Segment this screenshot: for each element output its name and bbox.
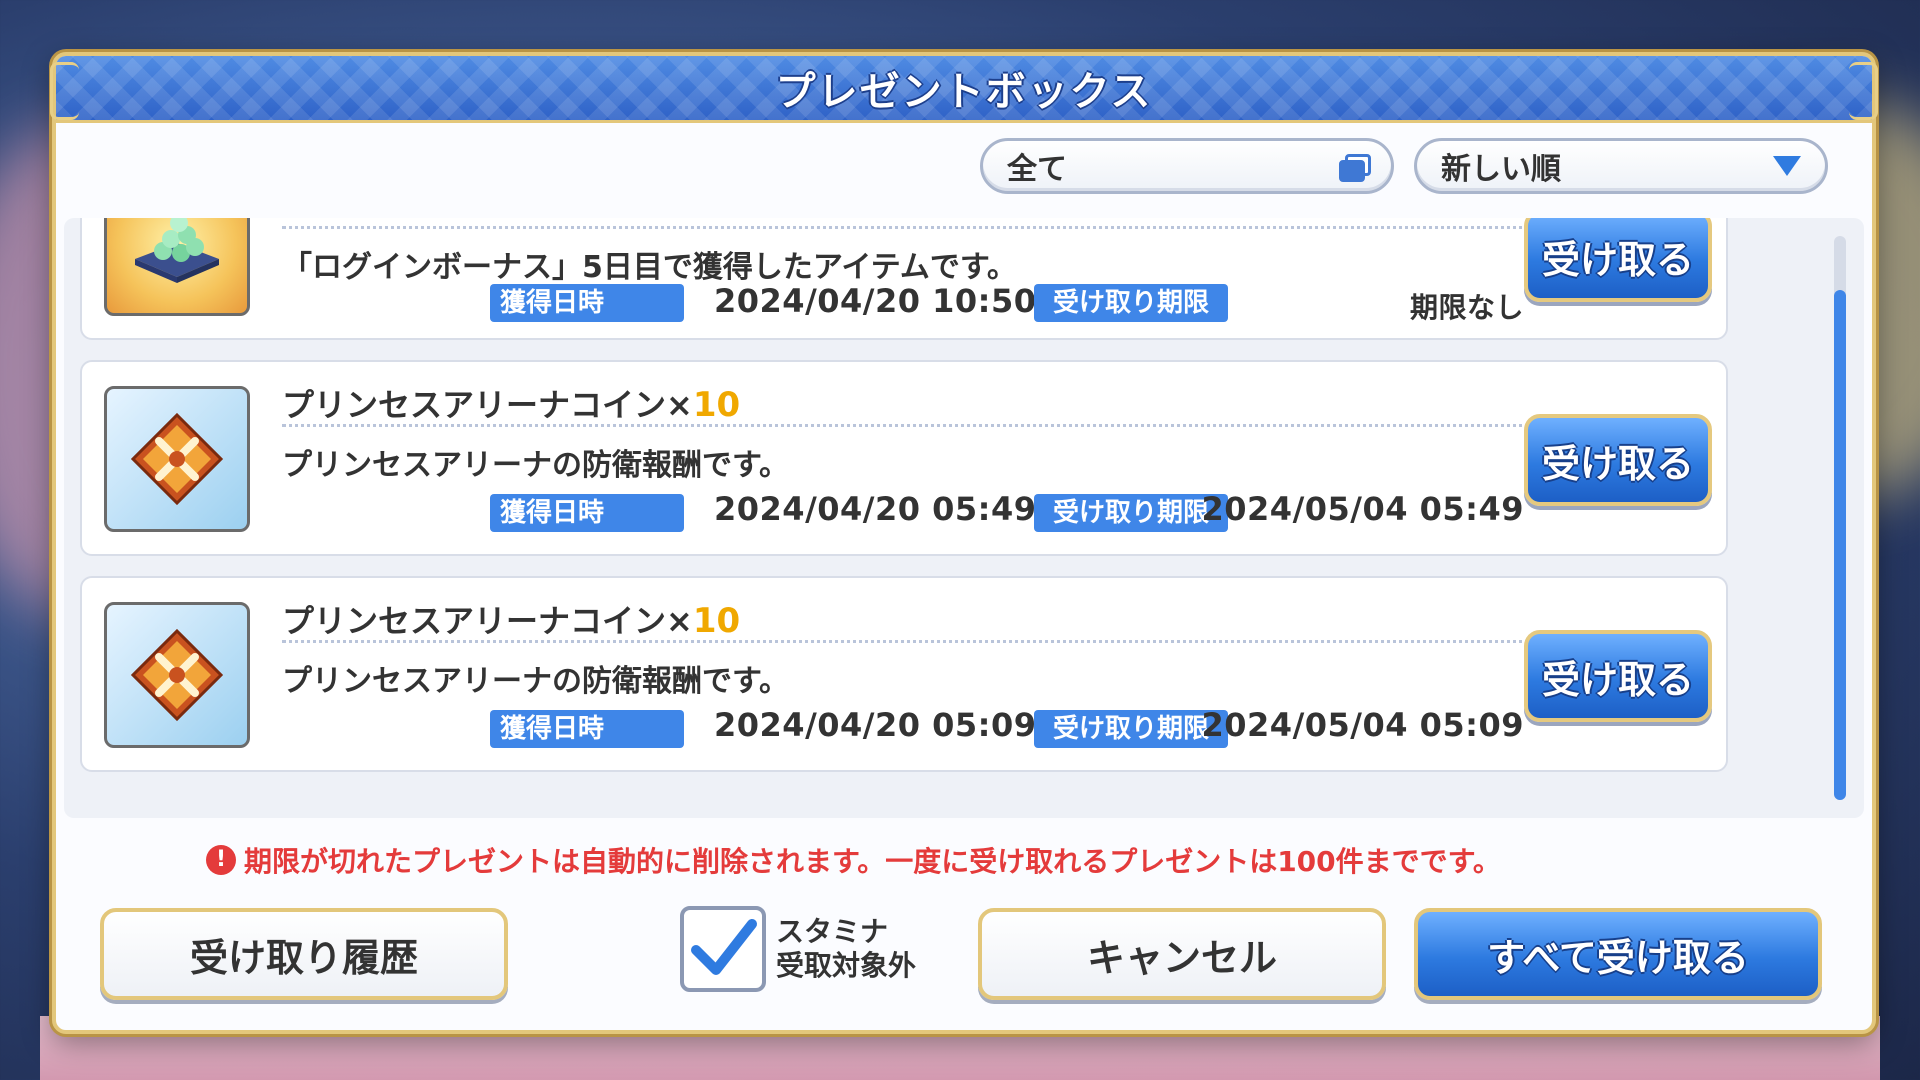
scrollbar[interactable] xyxy=(1834,236,1846,800)
history-button-label: 受け取り履歴 xyxy=(189,935,418,980)
item-name: プリンセスアリーナコイン×10 xyxy=(282,596,740,642)
item-description: 「ログインボーナス」5日目で獲得したアイテムです。 xyxy=(282,250,1017,285)
present-list[interactable]: 「ログインボーナス」5日目で獲得したアイテムです。 獲得日時 2024/04/2… xyxy=(64,218,1864,818)
item-quantity: 10 xyxy=(692,385,741,425)
stamina-label-line2: 受取対象外 xyxy=(776,949,917,982)
acquired-date: 2024/04/20 05:09 xyxy=(714,706,1037,744)
present-box-modal: プレゼントボックス 全て 新しい順 「ログインボーナス」5日目で獲得したアイテム… xyxy=(50,52,1878,1034)
sort-select[interactable]: 新しい順 xyxy=(1414,138,1828,194)
divider xyxy=(282,424,1566,427)
triangle-down-icon xyxy=(1773,156,1801,176)
acquired-label: 獲得日時 xyxy=(490,494,684,532)
divider xyxy=(282,226,1566,229)
arena-coin-icon xyxy=(104,386,250,532)
gem-pile-icon xyxy=(104,218,250,316)
deadline-date: 期限なし xyxy=(1409,291,1524,324)
cancel-button[interactable]: キャンセル xyxy=(978,908,1386,1000)
acquired-label: 獲得日時 xyxy=(490,710,684,748)
copy-icon xyxy=(1339,154,1371,182)
arena-coin-graphic xyxy=(131,629,223,721)
filter-select-value: 全て xyxy=(1007,152,1067,187)
deadline-label: 受け取り期限 xyxy=(1034,284,1228,322)
ornament-icon xyxy=(1849,62,1878,120)
gem-pile-graphic xyxy=(135,218,219,283)
receive-button[interactable]: 受け取る xyxy=(1524,218,1712,302)
item-name-text: プリンセスアリーナコイン× xyxy=(282,602,693,640)
deadline-label: 受け取り期限 xyxy=(1034,494,1228,532)
acquired-date: 2024/04/20 05:49 xyxy=(714,490,1037,528)
deadline-label: 受け取り期限 xyxy=(1034,710,1228,748)
receive-all-button-label: すべて受け取る xyxy=(1487,935,1749,980)
alert-icon: ! xyxy=(206,845,236,875)
divider xyxy=(282,640,1566,643)
filter-select[interactable]: 全て xyxy=(980,138,1394,194)
history-button[interactable]: 受け取り履歴 xyxy=(100,908,508,1000)
present-item: プリンセスアリーナコイン×10 プリンセスアリーナの防衛報酬です。 獲得日時 2… xyxy=(80,360,1728,556)
acquired-date: 2024/04/20 10:50 xyxy=(714,282,1037,320)
sort-select-value: 新しい順 xyxy=(1441,152,1561,187)
receive-all-button[interactable]: すべて受け取る xyxy=(1414,908,1822,1000)
stamina-checkbox[interactable] xyxy=(680,906,766,992)
modal-title: プレゼントボックス xyxy=(775,69,1153,115)
expiry-notice: ! 期限が切れたプレゼントは自動的に削除されます。一度に受け取れるプレゼントは1… xyxy=(206,840,1501,880)
stamina-label-line1: スタミナ xyxy=(776,915,889,948)
item-name: プリンセスアリーナコイン×10 xyxy=(282,380,740,426)
item-description: プリンセスアリーナの防衛報酬です。 xyxy=(282,664,789,699)
stamina-exclude-toggle[interactable]: スタミナ 受取対象外 xyxy=(680,906,916,992)
deadline-date: 2024/05/04 05:49 xyxy=(1201,490,1524,528)
cancel-button-label: キャンセル xyxy=(1086,935,1277,980)
arena-coin-icon xyxy=(104,602,250,748)
receive-button-label: 受け取る xyxy=(1541,441,1694,486)
receive-button[interactable]: 受け取る xyxy=(1524,414,1712,506)
present-item: プリンセスアリーナコイン×10 プリンセスアリーナの防衛報酬です。 獲得日時 2… xyxy=(80,576,1728,772)
receive-button[interactable]: 受け取る xyxy=(1524,630,1712,722)
expiry-notice-text: 期限が切れたプレゼントは自動的に削除されます。一度に受け取れるプレゼントは100… xyxy=(244,845,1501,878)
item-description: プリンセスアリーナの防衛報酬です。 xyxy=(282,448,789,483)
present-item: 「ログインボーナス」5日目で獲得したアイテムです。 獲得日時 2024/04/2… xyxy=(80,218,1728,340)
deadline-date: 2024/05/04 05:09 xyxy=(1201,706,1524,744)
arena-coin-graphic xyxy=(131,413,223,505)
receive-button-label: 受け取る xyxy=(1541,237,1694,282)
acquired-label: 獲得日時 xyxy=(490,284,684,322)
item-name-text: プリンセスアリーナコイン× xyxy=(282,386,693,424)
stamina-label: スタミナ 受取対象外 xyxy=(776,915,916,983)
check-icon xyxy=(691,919,757,975)
item-quantity: 10 xyxy=(692,601,741,641)
receive-button-label: 受け取る xyxy=(1541,657,1694,702)
modal-header: プレゼントボックス xyxy=(50,56,1878,123)
scrollbar-thumb[interactable] xyxy=(1834,290,1846,800)
ornament-icon xyxy=(50,62,79,120)
